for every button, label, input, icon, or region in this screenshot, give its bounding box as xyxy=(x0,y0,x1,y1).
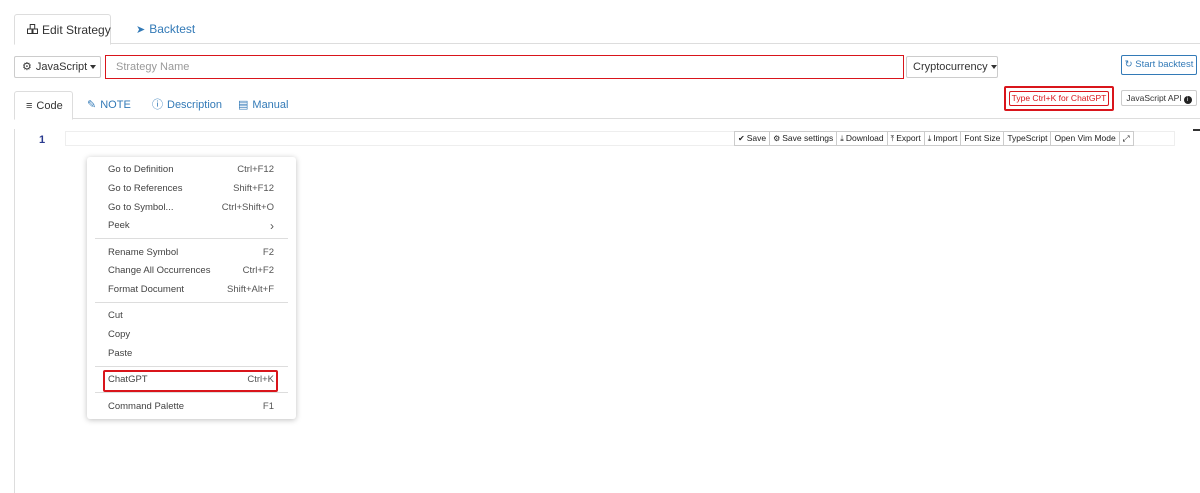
menu-item-label: Format Document xyxy=(108,284,185,295)
open-vim-mode-label: Open Vim Mode xyxy=(1054,133,1116,143)
menu-item-label: Go to References xyxy=(108,183,183,194)
import-icon: ⤓ xyxy=(927,134,932,143)
menu-item-format-document[interactable]: Format Document Shift+Alt+F xyxy=(87,281,296,299)
editor-toolbar: ✔ Save ⚙ Save settings ⤓ Download ⤒ Export ⤓… xyxy=(734,131,1134,146)
menu-item-shortcut: F1 xyxy=(262,401,274,412)
export-label: Export xyxy=(896,133,921,143)
menu-item-rename-symbol[interactable]: Rename Symbol F2 xyxy=(87,244,296,262)
menu-divider xyxy=(95,302,288,303)
save-settings-label: Save settings xyxy=(782,133,834,143)
menu-item-label: Change All Occurrences xyxy=(108,265,211,276)
menu-divider xyxy=(95,366,288,367)
import-label: Import xyxy=(933,133,958,143)
menu-item-label: Paste xyxy=(108,348,133,359)
menu-item-shortcut: F2 xyxy=(262,247,274,258)
save-button[interactable]: ✔ Save xyxy=(734,131,771,146)
menu-item-label: Command Palette xyxy=(108,401,185,412)
start-backtest-button[interactable]: ↻ Start backtest xyxy=(1121,55,1197,75)
menu-item-shortcut: Ctrl+F2 xyxy=(242,265,274,276)
export-icon: ⤒ xyxy=(890,134,895,143)
chatgpt-hint-highlight: Type Ctrl+K for ChatGPT xyxy=(1004,86,1114,111)
info-circle-icon: ⓘ xyxy=(152,99,163,111)
tab-edit-strategy-label: Edit Strategy xyxy=(42,23,111,37)
caret-down-icon xyxy=(90,65,97,70)
menu-item-label: Rename Symbol xyxy=(108,247,179,258)
info-icon: i xyxy=(1183,96,1192,104)
menu-item-paste[interactable]: Paste xyxy=(87,345,296,363)
menu-item-shortcut: Ctrl+F12 xyxy=(237,164,274,175)
edit-icon: ✎ xyxy=(87,99,97,111)
save-settings-button[interactable]: ⚙ Save settings xyxy=(769,131,838,146)
tab-backtest[interactable]: ➤ Backtest xyxy=(124,14,207,45)
line-gutter: 1 xyxy=(15,129,64,493)
list-icon: ≡ xyxy=(26,100,33,112)
typescript-label: TypeScript xyxy=(1007,133,1048,143)
settings-icon: ⚙ xyxy=(22,61,32,73)
menu-item-label: Go to Symbol... xyxy=(108,202,174,213)
menu-item-cut[interactable]: Cut xyxy=(87,307,296,325)
menu-divider xyxy=(95,238,288,239)
market-dropdown[interactable]: Cryptocurrency xyxy=(906,56,998,78)
market-label: Cryptocurrency xyxy=(913,61,988,73)
refresh-icon: ↻ xyxy=(1124,59,1133,70)
menu-item-label: Copy xyxy=(108,329,131,340)
tab-note[interactable]: ✎ NOTE xyxy=(87,91,131,120)
tab-code[interactable]: ≡ Code xyxy=(14,91,73,120)
tab-description-label: Description xyxy=(167,99,223,111)
save-label: Save xyxy=(746,133,767,143)
menu-item-go-to-definition[interactable]: Go to Definition Ctrl+F12 xyxy=(87,161,296,179)
start-backtest-label: Start backtest xyxy=(1135,59,1194,70)
menu-item-go-to-references[interactable]: Go to References Shift+F12 xyxy=(87,180,296,198)
menu-item-peek[interactable]: Peek › xyxy=(87,217,296,235)
strategy-name-input[interactable] xyxy=(105,55,904,79)
language-label: JavaScript xyxy=(35,61,88,73)
tab-note-label: NOTE xyxy=(100,99,131,111)
download-icon: ⤓ xyxy=(840,134,844,143)
tab-edit-strategy[interactable]: Edit Strategy xyxy=(14,14,111,45)
javascript-api-label: JavaScript API xyxy=(1126,93,1182,103)
book-icon: ▤ xyxy=(238,99,249,111)
menu-item-label: Go to Definition xyxy=(108,164,174,175)
menu-item-shortcut: Shift+F12 xyxy=(233,183,274,194)
menu-item-copy[interactable]: Copy xyxy=(87,326,296,344)
rocket-icon: ➤ xyxy=(136,24,146,36)
menu-item-label: Peek xyxy=(108,220,130,231)
scrollbar-marker[interactable] xyxy=(1193,129,1200,131)
typescript-button[interactable]: TypeScript xyxy=(1003,131,1052,146)
menu-divider xyxy=(95,392,288,393)
download-label: Download xyxy=(845,133,884,143)
language-dropdown[interactable]: ⚙ JavaScript xyxy=(14,56,101,78)
javascript-api-button[interactable]: JavaScript API i xyxy=(1121,90,1197,106)
font-size-label: Font Size xyxy=(964,133,1001,143)
menu-item-command-palette[interactable]: Command Palette F1 xyxy=(87,398,296,416)
font-size-button[interactable]: Font Size xyxy=(960,131,1005,146)
cog-icon: ⚙ xyxy=(773,134,781,143)
menu-item-shortcut: Shift+Alt+F xyxy=(227,284,274,295)
tab-manual-label: Manual xyxy=(252,99,289,111)
chevron-right-icon: › xyxy=(270,219,274,233)
menu-item-change-all-occurrences[interactable]: Change All Occurrences Ctrl+F2 xyxy=(87,262,296,280)
open-vim-mode-button[interactable]: Open Vim Mode xyxy=(1050,131,1120,146)
tab-code-label: Code xyxy=(36,100,63,112)
chatgpt-menu-highlight xyxy=(103,370,278,392)
tab-backtest-label: Backtest xyxy=(149,22,196,36)
export-button[interactable]: ⤒ Export xyxy=(886,131,925,146)
menu-item-label: Cut xyxy=(108,310,123,321)
menu-item-go-to-symbol[interactable]: Go to Symbol... Ctrl+Shift+O xyxy=(87,199,296,217)
tab-description[interactable]: ⓘ Description xyxy=(152,91,222,120)
download-button[interactable]: ⤓ Download xyxy=(836,131,888,146)
cubes-icon xyxy=(27,16,38,46)
chatgpt-hint-button[interactable]: Type Ctrl+K for ChatGPT xyxy=(1009,91,1109,106)
menu-item-shortcut: Ctrl+Shift+O xyxy=(221,202,274,213)
expand-icon: ⤢ xyxy=(1122,133,1130,143)
top-tab-bar: Edit Strategy ➤ Backtest xyxy=(14,14,1200,45)
line-number: 1 xyxy=(39,134,46,146)
tab-manual[interactable]: ▤ Manual xyxy=(238,91,288,120)
fullscreen-button[interactable]: ⤢ xyxy=(1118,131,1134,146)
import-button[interactable]: ⤓ Import xyxy=(923,131,962,146)
caret-down-icon xyxy=(990,65,997,70)
check-icon: ✔ xyxy=(738,134,745,143)
